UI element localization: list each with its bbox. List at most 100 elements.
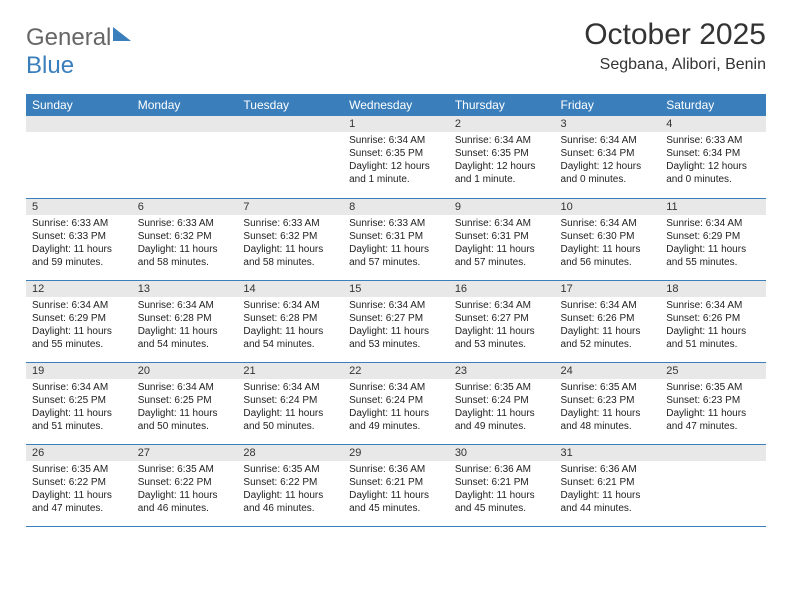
calendar-week-row: 12Sunrise: 6:34 AMSunset: 6:29 PMDayligh… [26, 280, 766, 362]
title-block: October 2025 Segbana, Alibori, Benin [584, 18, 766, 74]
day-header: Tuesday [237, 94, 343, 116]
sunrise-line: Sunrise: 6:34 AM [32, 299, 126, 312]
daylight-line: Daylight: 11 hours and 53 minutes. [349, 325, 443, 351]
calendar-day-cell: 12Sunrise: 6:34 AMSunset: 6:29 PMDayligh… [26, 280, 132, 362]
day-body: Sunrise: 6:34 AMSunset: 6:27 PMDaylight:… [343, 297, 449, 355]
calendar-day-cell: 29Sunrise: 6:36 AMSunset: 6:21 PMDayligh… [343, 444, 449, 526]
day-body: Sunrise: 6:34 AMSunset: 6:35 PMDaylight:… [449, 132, 555, 190]
day-number-empty [660, 445, 766, 461]
sunset-line: Sunset: 6:22 PM [138, 476, 232, 489]
header: General Blue October 2025 Segbana, Alibo… [26, 18, 766, 80]
daylight-line: Daylight: 11 hours and 45 minutes. [455, 489, 549, 515]
sunset-line: Sunset: 6:24 PM [243, 394, 337, 407]
calendar-day-cell: 16Sunrise: 6:34 AMSunset: 6:27 PMDayligh… [449, 280, 555, 362]
sunrise-line: Sunrise: 6:35 AM [138, 463, 232, 476]
daylight-line: Daylight: 12 hours and 1 minute. [455, 160, 549, 186]
day-body: Sunrise: 6:33 AMSunset: 6:33 PMDaylight:… [26, 215, 132, 273]
calendar-day-cell: 8Sunrise: 6:33 AMSunset: 6:31 PMDaylight… [343, 198, 449, 280]
page-title: October 2025 [584, 18, 766, 52]
day-body: Sunrise: 6:35 AMSunset: 6:23 PMDaylight:… [555, 379, 661, 437]
day-number: 23 [449, 363, 555, 379]
day-number: 28 [237, 445, 343, 461]
sunset-line: Sunset: 6:21 PM [349, 476, 443, 489]
sunrise-line: Sunrise: 6:34 AM [138, 381, 232, 394]
day-body: Sunrise: 6:35 AMSunset: 6:22 PMDaylight:… [26, 461, 132, 519]
sunset-line: Sunset: 6:24 PM [455, 394, 549, 407]
calendar-day-cell: 18Sunrise: 6:34 AMSunset: 6:26 PMDayligh… [660, 280, 766, 362]
sunrise-line: Sunrise: 6:35 AM [666, 381, 760, 394]
calendar-day-cell [237, 116, 343, 198]
sunrise-line: Sunrise: 6:33 AM [32, 217, 126, 230]
calendar-head: SundayMondayTuesdayWednesdayThursdayFrid… [26, 94, 766, 116]
day-body: Sunrise: 6:34 AMSunset: 6:35 PMDaylight:… [343, 132, 449, 190]
daylight-line: Daylight: 11 hours and 54 minutes. [243, 325, 337, 351]
daylight-line: Daylight: 11 hours and 59 minutes. [32, 243, 126, 269]
sunrise-line: Sunrise: 6:34 AM [32, 381, 126, 394]
day-body: Sunrise: 6:33 AMSunset: 6:34 PMDaylight:… [660, 132, 766, 190]
sunset-line: Sunset: 6:21 PM [455, 476, 549, 489]
day-body: Sunrise: 6:34 AMSunset: 6:26 PMDaylight:… [555, 297, 661, 355]
calendar-day-cell: 13Sunrise: 6:34 AMSunset: 6:28 PMDayligh… [132, 280, 238, 362]
daylight-line: Daylight: 11 hours and 49 minutes. [349, 407, 443, 433]
calendar-day-cell [26, 116, 132, 198]
logo-word2: Blue [26, 52, 74, 79]
sunrise-line: Sunrise: 6:35 AM [32, 463, 126, 476]
sunset-line: Sunset: 6:27 PM [455, 312, 549, 325]
calendar-day-cell: 10Sunrise: 6:34 AMSunset: 6:30 PMDayligh… [555, 198, 661, 280]
daylight-line: Daylight: 11 hours and 46 minutes. [138, 489, 232, 515]
sunset-line: Sunset: 6:23 PM [666, 394, 760, 407]
calendar-week-row: 1Sunrise: 6:34 AMSunset: 6:35 PMDaylight… [26, 116, 766, 198]
sunrise-line: Sunrise: 6:34 AM [455, 217, 549, 230]
sunrise-line: Sunrise: 6:34 AM [561, 299, 655, 312]
sunset-line: Sunset: 6:30 PM [561, 230, 655, 243]
day-number: 29 [343, 445, 449, 461]
sunrise-line: Sunrise: 6:34 AM [349, 381, 443, 394]
calendar-week-row: 19Sunrise: 6:34 AMSunset: 6:25 PMDayligh… [26, 362, 766, 444]
day-body: Sunrise: 6:34 AMSunset: 6:26 PMDaylight:… [660, 297, 766, 355]
sunset-line: Sunset: 6:21 PM [561, 476, 655, 489]
sunset-line: Sunset: 6:26 PM [561, 312, 655, 325]
day-number: 15 [343, 281, 449, 297]
logo: General Blue [26, 18, 131, 80]
day-number: 4 [660, 116, 766, 132]
sunrise-line: Sunrise: 6:34 AM [455, 299, 549, 312]
day-body: Sunrise: 6:35 AMSunset: 6:22 PMDaylight:… [237, 461, 343, 519]
calendar-week-row: 5Sunrise: 6:33 AMSunset: 6:33 PMDaylight… [26, 198, 766, 280]
calendar-day-cell [660, 444, 766, 526]
day-header: Friday [555, 94, 661, 116]
day-number: 17 [555, 281, 661, 297]
day-body: Sunrise: 6:34 AMSunset: 6:24 PMDaylight:… [237, 379, 343, 437]
daylight-line: Daylight: 11 hours and 45 minutes. [349, 489, 443, 515]
day-body: Sunrise: 6:34 AMSunset: 6:30 PMDaylight:… [555, 215, 661, 273]
sunset-line: Sunset: 6:25 PM [138, 394, 232, 407]
calendar-day-cell: 19Sunrise: 6:34 AMSunset: 6:25 PMDayligh… [26, 362, 132, 444]
day-number: 19 [26, 363, 132, 379]
daylight-line: Daylight: 11 hours and 55 minutes. [32, 325, 126, 351]
sunset-line: Sunset: 6:32 PM [138, 230, 232, 243]
calendar-day-cell: 7Sunrise: 6:33 AMSunset: 6:32 PMDaylight… [237, 198, 343, 280]
day-number: 9 [449, 199, 555, 215]
day-number: 14 [237, 281, 343, 297]
daylight-line: Daylight: 11 hours and 51 minutes. [32, 407, 126, 433]
daylight-line: Daylight: 11 hours and 47 minutes. [32, 489, 126, 515]
day-number: 13 [132, 281, 238, 297]
day-body: Sunrise: 6:33 AMSunset: 6:31 PMDaylight:… [343, 215, 449, 273]
daylight-line: Daylight: 11 hours and 46 minutes. [243, 489, 337, 515]
calendar-day-cell: 15Sunrise: 6:34 AMSunset: 6:27 PMDayligh… [343, 280, 449, 362]
logo-text: General Blue [26, 24, 131, 80]
daylight-line: Daylight: 11 hours and 58 minutes. [243, 243, 337, 269]
sunset-line: Sunset: 6:22 PM [32, 476, 126, 489]
sunrise-line: Sunrise: 6:34 AM [243, 381, 337, 394]
sunset-line: Sunset: 6:34 PM [666, 147, 760, 160]
sunrise-line: Sunrise: 6:34 AM [455, 134, 549, 147]
calendar-day-cell: 14Sunrise: 6:34 AMSunset: 6:28 PMDayligh… [237, 280, 343, 362]
day-number: 8 [343, 199, 449, 215]
calendar-day-cell: 27Sunrise: 6:35 AMSunset: 6:22 PMDayligh… [132, 444, 238, 526]
calendar-day-cell: 31Sunrise: 6:36 AMSunset: 6:21 PMDayligh… [555, 444, 661, 526]
day-header: Saturday [660, 94, 766, 116]
sunrise-line: Sunrise: 6:34 AM [349, 299, 443, 312]
day-number-empty [237, 116, 343, 132]
daylight-line: Daylight: 11 hours and 47 minutes. [666, 407, 760, 433]
day-number-empty [26, 116, 132, 132]
day-body: Sunrise: 6:34 AMSunset: 6:24 PMDaylight:… [343, 379, 449, 437]
